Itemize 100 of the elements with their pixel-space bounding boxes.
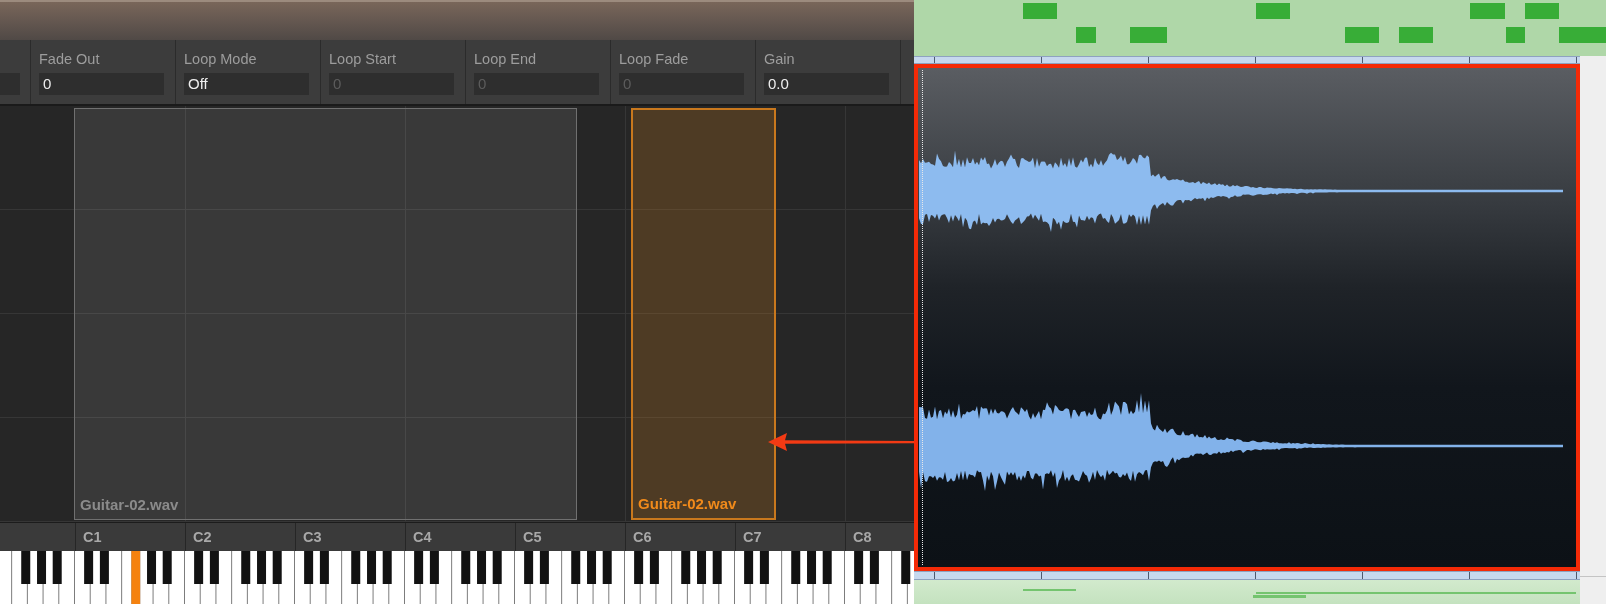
piano-key[interactable]: [279, 551, 294, 604]
piano-key[interactable]: [797, 551, 813, 604]
piano-key[interactable]: [382, 551, 392, 584]
piano-key[interactable]: [84, 551, 94, 584]
piano-key[interactable]: [822, 551, 832, 584]
piano-key[interactable]: [766, 551, 782, 604]
piano-key[interactable]: [436, 551, 452, 604]
piano-key[interactable]: [319, 551, 329, 584]
piano-key[interactable]: [99, 551, 109, 584]
piano-key[interactable]: [681, 551, 691, 584]
piano-key[interactable]: [357, 551, 373, 604]
piano-key[interactable]: [194, 551, 204, 584]
piano-key[interactable]: [461, 551, 471, 584]
piano-key[interactable]: [697, 551, 707, 584]
sample-zone[interactable]: Guitar-02.wav: [631, 108, 776, 520]
piano-key[interactable]: [373, 551, 389, 604]
piano-key[interactable]: [310, 551, 326, 604]
sample-zone[interactable]: Guitar-02.wav: [74, 108, 577, 520]
piano-key[interactable]: [257, 551, 267, 584]
piano-key[interactable]: [813, 551, 829, 604]
piano-key[interactable]: [12, 551, 27, 604]
piano-key[interactable]: [719, 551, 734, 604]
piano-key[interactable]: [304, 551, 314, 584]
piano-key[interactable]: [420, 551, 436, 604]
input-field[interactable]: 0.0: [764, 73, 889, 95]
piano-key[interactable]: [27, 551, 43, 604]
piano-key[interactable]: [640, 551, 656, 604]
piano-key[interactable]: [593, 551, 609, 604]
piano-key[interactable]: [609, 551, 624, 604]
piano-key[interactable]: [515, 551, 530, 604]
piano-key[interactable]: [241, 551, 251, 584]
piano-key[interactable]: [860, 551, 876, 604]
piano-key[interactable]: [524, 551, 534, 584]
piano-key[interactable]: [687, 551, 703, 604]
piano-key[interactable]: [140, 551, 153, 604]
piano-key[interactable]: [602, 551, 612, 584]
piano-key[interactable]: [216, 551, 232, 604]
piano-key[interactable]: [43, 551, 59, 604]
piano-key[interactable]: [735, 551, 750, 604]
piano-key[interactable]: [429, 551, 439, 584]
piano-key[interactable]: [342, 551, 357, 604]
piano-key[interactable]: [52, 551, 62, 584]
piano-key[interactable]: [272, 551, 282, 584]
piano-key[interactable]: [703, 551, 719, 604]
piano-key[interactable]: [656, 551, 672, 604]
piano-key[interactable]: [75, 551, 90, 604]
piano-key[interactable]: [577, 551, 593, 604]
piano-key[interactable]: [209, 551, 219, 584]
piano-key[interactable]: [414, 551, 424, 584]
piano-key[interactable]: [153, 551, 169, 604]
piano-key[interactable]: [185, 551, 200, 604]
piano-key[interactable]: [845, 551, 860, 604]
piano-key[interactable]: [712, 551, 722, 584]
piano-key[interactable]: [200, 551, 216, 604]
piano-key[interactable]: [326, 551, 342, 604]
piano-key[interactable]: [263, 551, 279, 604]
piano-key[interactable]: [147, 551, 157, 584]
piano-key[interactable]: [791, 551, 801, 584]
piano-key[interactable]: [876, 551, 892, 604]
piano-key[interactable]: [625, 551, 640, 604]
piano-key[interactable]: [37, 551, 47, 584]
piano-key[interactable]: [405, 551, 420, 604]
piano-key[interactable]: [483, 551, 499, 604]
piano-key[interactable]: [807, 551, 817, 584]
piano-key[interactable]: [162, 551, 172, 584]
piano-key[interactable]: [530, 551, 546, 604]
piano-key[interactable]: [854, 551, 864, 584]
piano-key[interactable]: [649, 551, 659, 584]
piano-key[interactable]: [59, 551, 74, 604]
piano-key[interactable]: [21, 551, 31, 584]
piano-key[interactable]: [744, 551, 754, 584]
piano-key[interactable]: [672, 551, 687, 604]
piano-key[interactable]: [759, 551, 769, 584]
piano-key[interactable]: [782, 551, 797, 604]
piano-key[interactable]: [247, 551, 263, 604]
piano-key[interactable]: [232, 551, 247, 604]
input-field[interactable]: 0: [39, 73, 164, 95]
piano-key[interactable]: [351, 551, 361, 584]
piano-key[interactable]: [571, 551, 581, 584]
piano-key[interactable]: [295, 551, 310, 604]
piano-key[interactable]: [499, 551, 514, 604]
piano-key[interactable]: [169, 551, 184, 604]
piano-key[interactable]: [634, 551, 644, 584]
piano-key[interactable]: [367, 551, 377, 584]
piano-key[interactable]: [750, 551, 766, 604]
piano-key[interactable]: [829, 551, 844, 604]
piano-key[interactable]: [539, 551, 549, 584]
piano-key[interactable]: [477, 551, 487, 584]
piano-key[interactable]: [587, 551, 597, 584]
piano-key[interactable]: [492, 551, 502, 584]
piano-key[interactable]: [869, 551, 879, 584]
piano-key[interactable]: [562, 551, 577, 604]
piano-key[interactable]: [467, 551, 483, 604]
input-field[interactable]: Off: [184, 73, 309, 95]
piano-key[interactable]: [106, 551, 122, 604]
piano-key[interactable]: [389, 551, 404, 604]
piano-key[interactable]: [546, 551, 562, 604]
piano-key[interactable]: [452, 551, 467, 604]
piano-key[interactable]: [90, 551, 106, 604]
piano-key[interactable]: [901, 551, 911, 584]
